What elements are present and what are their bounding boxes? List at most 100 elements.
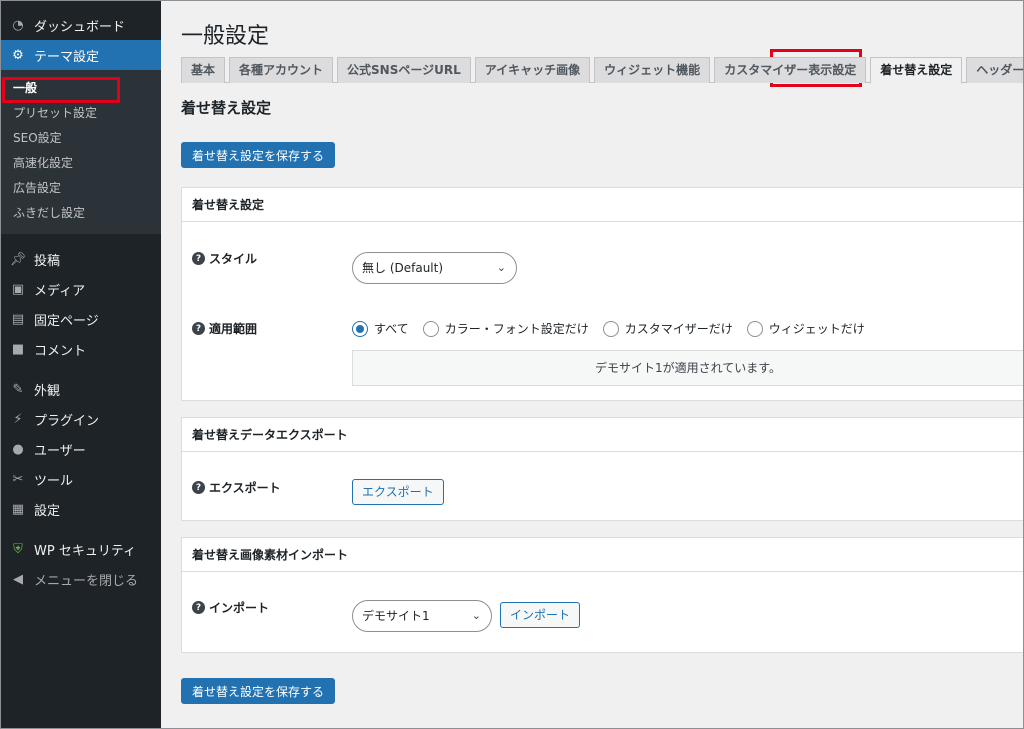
skin-settings-panel: 着せ替え設定 ? スタイル 無し (Default) ⌄ ? 適用範囲 すべて [181,187,1023,401]
export-panel: 着せ替えデータエクスポート ? エクスポート エクスポート [181,417,1023,521]
sidebar-item-label: テーマ設定 [34,49,100,65]
admin-sidebar: ◔ ダッシュボード ⚙ テーマ設定 一般 プリセット設定 SEO設定 高速化設定… [1,1,161,728]
sidebar-item-media[interactable]: ▣ メディア [1,274,161,304]
sidebar-item-label: 固定ページ [34,313,99,329]
import-button[interactable]: インポート [500,602,581,628]
comment-icon: ■ [11,341,25,357]
style-label-text: スタイル [209,252,258,266]
sidebar-item-label: プラグイン [34,413,100,429]
scope-radio-all[interactable]: すべて [352,320,409,337]
collapse-icon: ◀ [13,571,23,587]
radio-button[interactable] [352,320,368,337]
sidebar-item-label: 投稿 [34,253,61,269]
submenu-item-ads[interactable]: 広告設定 [1,176,161,201]
settings-tabs: 基本 各種アカウント 公式SNSページURL アイキャッチ画像 ウィジェット機能… [181,57,1023,84]
help-icon[interactable]: ? [192,601,205,614]
import-field-label: ? インポート [192,599,269,616]
import-source-select[interactable]: デモサイト1 ⌄ [352,600,492,632]
pin-icon: 📌︎ [9,251,27,267]
settings-icon: ▦ [11,501,25,517]
save-button-bottom[interactable]: 着せ替え設定を保存する [181,678,336,704]
tab-sns-urls[interactable]: 公式SNSページURL [337,57,471,83]
section-title: 着せ替え設定 [181,99,272,117]
import-label-text: インポート [209,601,270,615]
scope-radio-group: すべて カラー・フォント設定だけ カスタマイザーだけ ウィジェットだけ [352,320,879,337]
scope-radio-widget[interactable]: ウィジェットだけ [746,320,865,337]
radio-label: カラー・フォント設定だけ [444,322,589,336]
chevron-down-icon: ⌄ [471,609,481,622]
sidebar-item-wp-security[interactable]: ⛨ WP セキュリティ [1,534,161,564]
sidebar-item-label: ツール [34,473,74,489]
import-select-value: デモサイト1 [362,609,430,623]
scope-label-text: 適用範囲 [209,322,258,336]
user-icon: ● [12,441,24,457]
scope-radio-color-font[interactable]: カラー・フォント設定だけ [422,320,589,337]
help-icon[interactable]: ? [192,481,205,494]
help-icon[interactable]: ? [192,322,205,335]
scope-radio-customizer[interactable]: カスタマイザーだけ [602,320,733,337]
sidebar-item-label: 設定 [34,503,61,519]
tab-skin-settings[interactable]: 着せ替え設定 [870,57,963,84]
tab-basic[interactable]: 基本 [181,57,226,83]
import-panel: 着せ替え画像素材インポート ? インポート デモサイト1 ⌄ インポート [181,537,1023,653]
submenu-item-general[interactable]: 一般 [1,76,161,101]
submenu-item-seo[interactable]: SEO設定 [1,126,161,151]
sidebar-item-dashboard[interactable]: ◔ ダッシュボード [1,10,161,40]
theme-settings-submenu: 一般 プリセット設定 SEO設定 高速化設定 広告設定 ふきだし設定 [1,70,161,234]
applied-notice: デモサイト1が適用されています。 [352,350,1023,386]
dashboard-icon: ◔ [12,17,24,33]
export-field-label: ? エクスポート [192,479,281,496]
sidebar-item-label: ダッシュボード [34,19,126,35]
style-field-label: ? スタイル [192,250,257,267]
sidebar-item-tools[interactable]: ✂ ツール [1,464,161,494]
sidebar-item-label: コメント [34,343,87,359]
help-icon[interactable]: ? [192,252,205,265]
sidebar-item-settings[interactable]: ▦ 設定 [1,494,161,524]
radio-label: すべて [374,322,409,336]
panel-title: 着せ替え設定 [182,188,1023,222]
style-select[interactable]: 無し (Default) ⌄ [352,252,517,284]
tab-eyecatch[interactable]: アイキャッチ画像 [474,57,591,83]
sidebar-item-posts[interactable]: 📌︎ 投稿 [1,244,161,274]
export-button[interactable]: エクスポート [352,479,444,505]
sidebar-item-plugins[interactable]: ⚡ プラグイン [1,404,161,434]
scope-field-label: ? 適用範囲 [192,320,257,337]
radio-label: ウィジェットだけ [768,322,865,336]
sidebar-item-label: ユーザー [34,443,86,459]
brush-icon: ✎ [12,381,24,397]
panel-title: 着せ替え画像素材インポート [182,538,1023,572]
sidebar-item-pages[interactable]: ▤ 固定ページ [1,304,161,334]
submenu-item-balloon[interactable]: ふきだし設定 [1,201,161,226]
app-window: ◔ ダッシュボード ⚙ テーマ設定 一般 プリセット設定 SEO設定 高速化設定… [0,0,1024,729]
sidebar-item-theme-settings[interactable]: ⚙ テーマ設定 [1,40,161,70]
collapse-menu-button[interactable]: ◀ メニューを閉じる [1,564,161,594]
sidebar-item-users[interactable]: ● ユーザー [1,434,161,464]
tab-widgets[interactable]: ウィジェット機能 [594,57,711,83]
page-title: 一般設定 [181,24,270,49]
main-content: 一般設定 基本 各種アカウント 公式SNSページURL アイキャッチ画像 ウィジ… [161,1,1023,728]
radio-label: カスタマイザーだけ [624,322,733,336]
export-label-text: エクスポート [209,481,281,495]
sidebar-item-comments[interactable]: ■ コメント [1,334,161,364]
radio-button[interactable] [602,320,619,337]
sidebar-item-appearance[interactable]: ✎ 外観 [1,374,161,404]
submenu-item-speed[interactable]: 高速化設定 [1,151,161,176]
style-select-value: 無し (Default) [362,261,444,275]
sidebar-item-label: WP セキュリティ [34,543,137,559]
radio-button[interactable] [746,320,763,337]
sidebar-item-label: メニューを閉じる [34,573,139,589]
save-button-top[interactable]: 着せ替え設定を保存する [181,142,336,168]
shield-icon: ⛨ [13,541,23,557]
sidebar-item-label: 外観 [34,383,61,399]
submenu-item-preset[interactable]: プリセット設定 [1,101,161,126]
radio-button[interactable] [422,320,439,337]
tab-accounts[interactable]: 各種アカウント [229,57,334,83]
tab-customizer[interactable]: カスタマイザー表示設定 [714,57,867,83]
plugin-icon: ⚡ [13,411,23,427]
sidebar-item-label: メディア [34,283,86,299]
wrench-icon: ✂ [12,471,24,487]
media-icon: ▣ [11,281,25,297]
gear-icon: ⚙ [12,47,24,63]
chevron-down-icon: ⌄ [496,261,506,274]
tab-header-footer[interactable]: ヘッダー・フッター自由入力 [966,57,1023,83]
